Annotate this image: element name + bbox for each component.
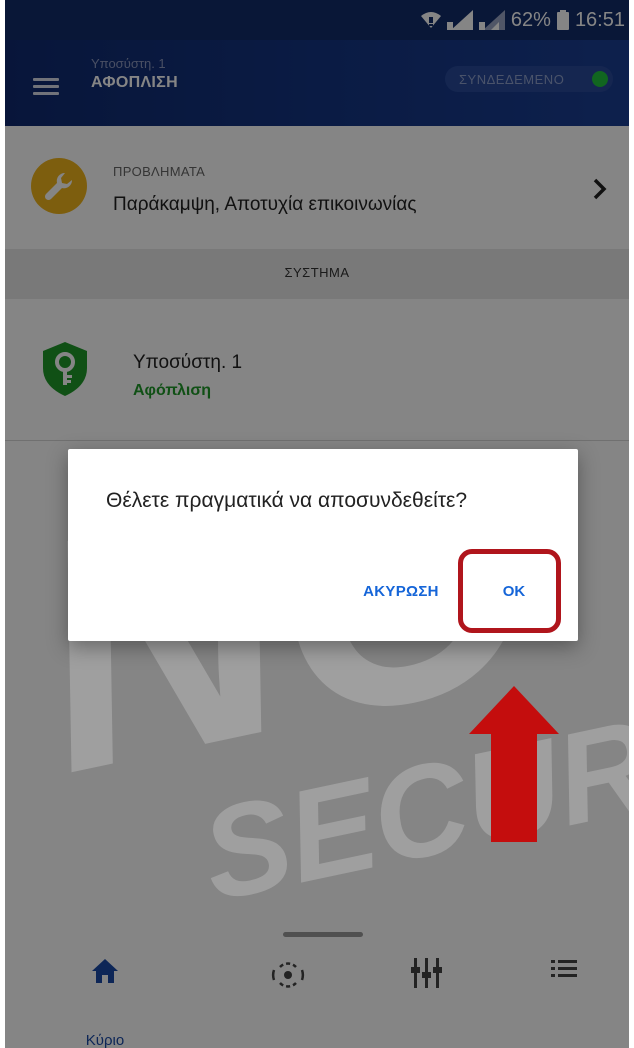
- arrow-up-icon: [469, 686, 559, 842]
- cancel-button[interactable]: ΑΚΥΡΩΣΗ: [353, 573, 449, 609]
- ok-highlight-frame: [458, 549, 561, 633]
- dialog-message: Θέλετε πραγματικά να αποσυνδεθείτε?: [106, 489, 468, 512]
- app-screen: 62% 16:51 Υποσύστη. 1 ΑΦΟΠΛΙΣΗ ΣΥΝΔΕΔΕΜΕ…: [5, 0, 629, 1048]
